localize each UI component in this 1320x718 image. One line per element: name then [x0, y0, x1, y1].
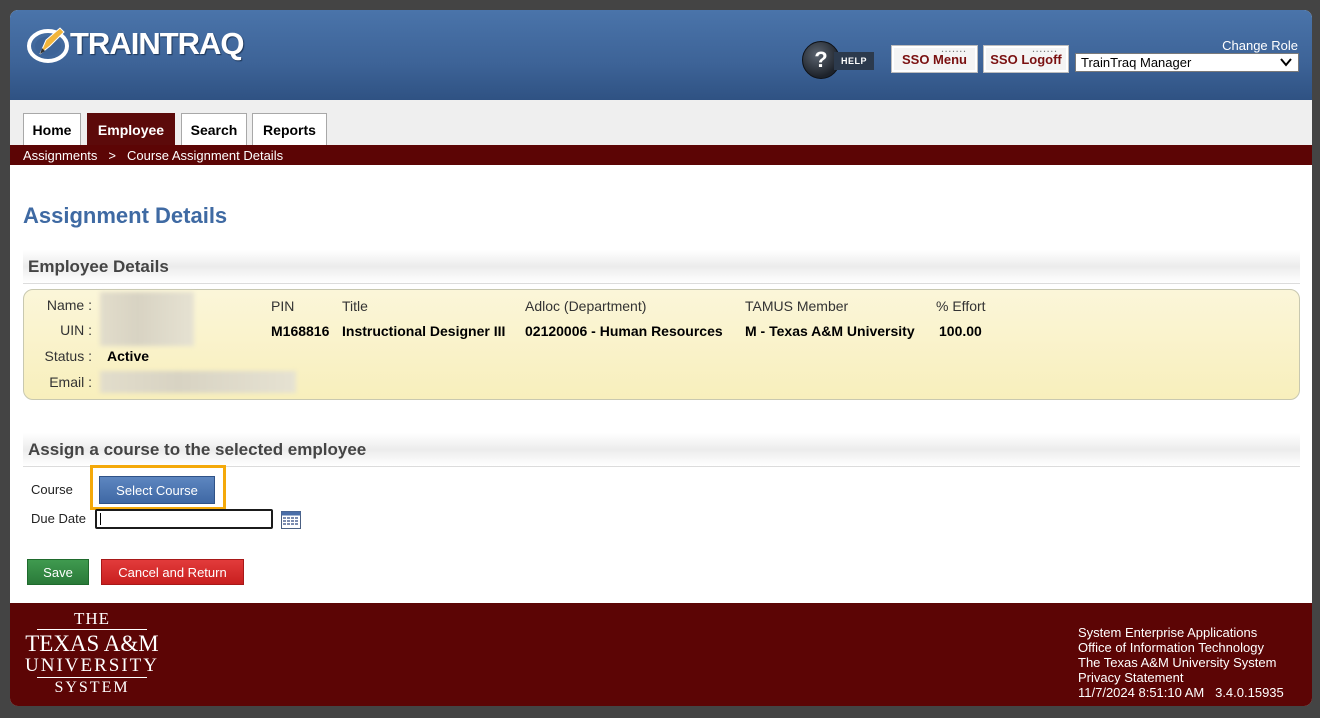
timestamp: 11/7/2024 8:51:10 AM [1078, 685, 1205, 700]
help-label: HELP [834, 52, 874, 70]
employee-details-heading: Employee Details [23, 250, 1300, 284]
status-label: Status : [44, 348, 92, 364]
logo-line-4: SYSTEM [54, 679, 130, 696]
save-button[interactable]: Save [27, 559, 89, 585]
course-label: Course [31, 482, 73, 497]
logo-rule [37, 629, 147, 630]
sso-logoff-button[interactable]: ······· SSO Logoff [983, 45, 1069, 73]
redacted-name-uin [100, 292, 194, 346]
dots-decoration-icon: ······· [941, 47, 967, 56]
tamus-logo[interactable]: THE TEXAS A&M UNIVERSITY SYSTEM [22, 610, 162, 696]
logo-rule [37, 677, 147, 678]
member-column-header: TAMUS Member [745, 298, 849, 314]
effort-column-header: % Effort [936, 298, 986, 314]
tab-employee[interactable]: Employee [87, 113, 175, 145]
version: 3.4.0.15935 [1215, 685, 1284, 700]
sso-menu-button[interactable]: ······· SSO Menu [891, 45, 978, 73]
due-date-input[interactable] [95, 509, 273, 529]
breadcrumb-item-current: Course Assignment Details [127, 147, 284, 163]
tab-search[interactable]: Search [181, 113, 247, 145]
role-selected-value: TrainTraq Manager [1081, 55, 1192, 70]
footer-links: System Enterprise Applications Office of… [1078, 625, 1284, 700]
tab-home[interactable]: Home [23, 113, 81, 145]
pin-column-header: PIN [271, 298, 295, 314]
dots-decoration-icon: ······· [1032, 47, 1058, 56]
footer-link-tamus[interactable]: The Texas A&M University System [1078, 655, 1284, 670]
pin-value: M168816 [271, 323, 330, 339]
app-window: TRAINTRAQ ? HELP ······· SSO Menu ······… [10, 10, 1312, 706]
tab-reports[interactable]: Reports [252, 113, 327, 145]
logo-line-1: THE [73, 609, 111, 628]
email-label: Email : [49, 374, 92, 390]
footer-link-sea[interactable]: System Enterprise Applications [1078, 625, 1284, 640]
pencil-swoosh-icon [26, 24, 76, 64]
traintraq-logo[interactable]: TRAINTRAQ [26, 24, 245, 64]
chevron-down-icon [1280, 56, 1292, 71]
help-button[interactable]: ? HELP [802, 41, 876, 79]
text-caret [100, 513, 101, 525]
select-course-button[interactable]: Select Course [99, 476, 215, 504]
page-title: Assignment Details [23, 203, 228, 228]
redacted-email [100, 371, 296, 393]
status-value: Active [107, 348, 150, 364]
footer-link-oit[interactable]: Office of Information Technology [1078, 640, 1284, 655]
employee-details-panel: Name : UIN : Status : Email : Active PIN… [23, 289, 1300, 400]
logo-line-2: TEXAS A&M [25, 631, 159, 656]
due-date-label: Due Date [31, 511, 86, 526]
member-value: M - Texas A&M University [745, 323, 915, 339]
name-label: Name : [46, 297, 92, 313]
footer: THE TEXAS A&M UNIVERSITY SYSTEM System E… [10, 603, 1312, 706]
footer-status-line: 11/7/2024 8:51:10 AM 3.4.0.15935 [1078, 685, 1284, 700]
assign-course-heading: Assign a course to the selected employee [23, 433, 1300, 467]
breadcrumb-separator: > [108, 147, 117, 163]
title-column-header: Title [342, 298, 368, 314]
role-select[interactable]: TrainTraq Manager [1075, 53, 1299, 72]
logo-line-3: UNIVERSITY [25, 655, 159, 676]
adloc-value: 02120006 - Human Resources [525, 323, 723, 339]
effort-value: 100.00 [939, 323, 982, 339]
change-role-label: Change Role [1222, 38, 1298, 53]
footer-link-privacy[interactable]: Privacy Statement [1078, 670, 1284, 685]
cancel-and-return-button[interactable]: Cancel and Return [101, 559, 244, 585]
title-value: Instructional Designer III [342, 323, 506, 339]
uin-label: UIN : [60, 322, 92, 338]
breadcrumb-item-assignments[interactable]: Assignments [23, 148, 97, 163]
header-bar: TRAINTRAQ ? HELP ······· SSO Menu ······… [10, 10, 1312, 100]
calendar-icon[interactable] [281, 511, 301, 529]
breadcrumb: Assignments > Course Assignment Details [10, 145, 1312, 165]
nav-bar: Home Employee Search Reports [10, 100, 1312, 145]
app-name: TRAINTRAQ [70, 26, 245, 61]
adloc-column-header: Adloc (Department) [525, 298, 647, 314]
